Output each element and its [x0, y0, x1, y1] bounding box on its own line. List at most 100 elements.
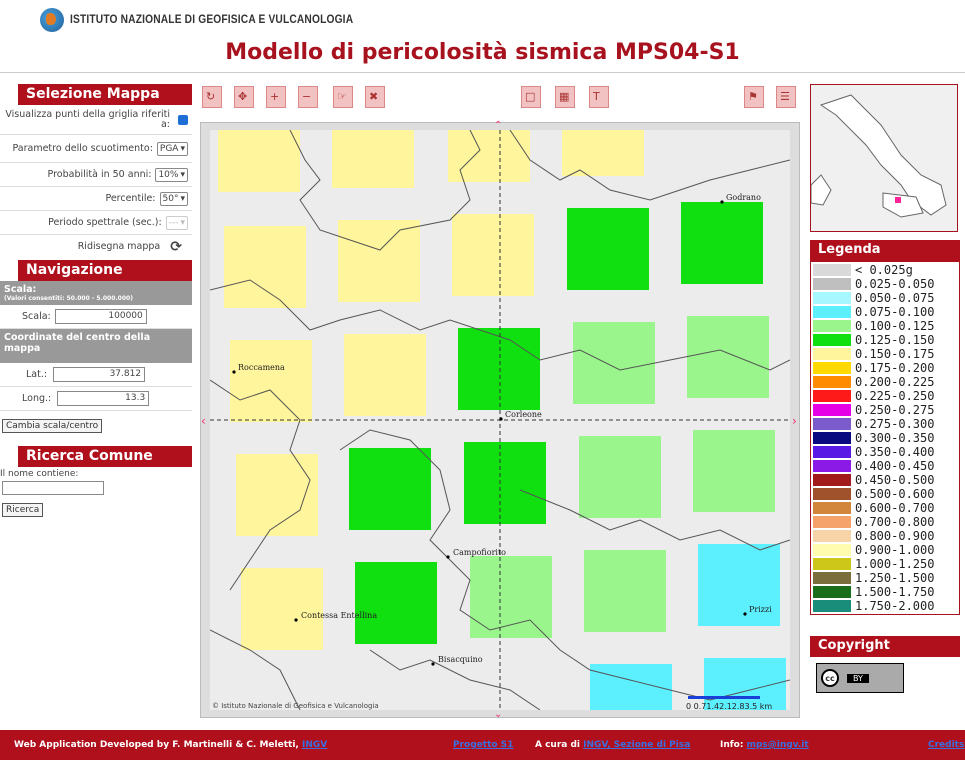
- legend-panel: Legenda < 0.025g 0.025-0.050 0.050-0.075 0.…: [810, 240, 960, 615]
- legend-swatch: [813, 446, 851, 458]
- pan-south-icon[interactable]: ⌄: [494, 709, 502, 720]
- footer-credits: Credits: [928, 740, 964, 750]
- prob-select[interactable]: 10% ▾: [155, 167, 188, 182]
- footer-pisa-link[interactable]: INGV, Sezione di Pisa: [583, 740, 690, 750]
- lat-input[interactable]: 37.812: [53, 367, 146, 382]
- legend-label: 0.025-0.050: [855, 277, 935, 291]
- scalebar-bar: [688, 696, 760, 699]
- map-canvas[interactable]: Godrano Roccamena Corleone Campofiorito …: [210, 130, 790, 710]
- footer-info-text: Info:: [720, 740, 744, 750]
- copyright-panel: Copyright cc BY: [810, 636, 960, 699]
- legend-swatch: [813, 544, 851, 556]
- footer-credits-link[interactable]: Credits: [928, 740, 964, 750]
- pan-west-icon[interactable]: ‹: [201, 414, 206, 428]
- legend-label: 0.800-0.900: [855, 529, 935, 543]
- legend-item: 0.125-0.150: [813, 333, 957, 347]
- place-contessa: Contessa Entellina: [301, 611, 377, 620]
- legend-swatch: [813, 460, 851, 472]
- search-button[interactable]: Ricerca: [2, 503, 44, 517]
- selection-panel: Selezione Mappa Visualizza punti della g…: [0, 84, 192, 255]
- points-checkbox[interactable]: [178, 114, 188, 125]
- legend-item: 1.250-1.500: [813, 571, 957, 585]
- period-value: ---: [168, 217, 179, 228]
- perc-label: Percentile:: [105, 192, 156, 204]
- search-input[interactable]: [2, 481, 104, 495]
- param-label: Parametro dello scuotimento:: [12, 142, 153, 154]
- table-icon[interactable]: T: [589, 86, 609, 108]
- legend-swatch: [813, 320, 851, 332]
- footer-info: Info: mps@ingv.it: [720, 740, 809, 750]
- legend-label: 0.350-0.400: [855, 445, 935, 459]
- lon-label: Long.:: [22, 393, 52, 404]
- legend-label: 1.250-1.500: [855, 571, 935, 585]
- legend-label: 0.075-0.100: [855, 305, 935, 319]
- pan-east-icon[interactable]: ›: [792, 414, 797, 428]
- legend-item: 0.175-0.200: [813, 361, 957, 375]
- legend-swatch: [813, 278, 851, 290]
- overview-map[interactable]: [810, 84, 958, 232]
- points-label: Visualizza punti della griglia riferiti …: [5, 108, 170, 130]
- clear-icon[interactable]: ✖: [365, 86, 385, 108]
- legend-swatch: [813, 390, 851, 402]
- zoom-in-icon[interactable]: +: [266, 86, 286, 108]
- legend-label: 0.100-0.125: [855, 319, 935, 333]
- period-select[interactable]: --- ▾: [165, 215, 188, 230]
- footer-dev-text: Web Application Developed by F. Martinel…: [14, 740, 299, 750]
- footer: Web Application Developed by F. Martinel…: [0, 730, 965, 760]
- reset-icon[interactable]: ↻: [202, 86, 222, 108]
- legend-swatch: [813, 292, 851, 304]
- footer-ingv-link[interactable]: INGV: [302, 740, 327, 750]
- scale-note: (Valori consentiti: 50.000 - 5.000.000): [4, 295, 133, 302]
- map-export-icon[interactable]: □: [521, 86, 541, 108]
- perc-select[interactable]: 50° ▾: [159, 191, 188, 206]
- period-row: Periodo spettrale (sec.): --- ▾: [0, 211, 192, 235]
- legend-swatch: [813, 502, 851, 514]
- legend-swatch: [813, 558, 851, 570]
- legend-swatch: [813, 418, 851, 430]
- lon-input[interactable]: 13.3: [57, 391, 150, 406]
- institution-name: ISTITUTO NAZIONALE DI GEOFISICA E VULCAN…: [70, 12, 354, 26]
- language-flag-icon[interactable]: ⚑: [744, 86, 764, 108]
- help-book-icon[interactable]: ☰: [776, 86, 796, 108]
- legend-label: 0.150-0.175: [855, 347, 935, 361]
- pan-icon[interactable]: ✥: [234, 86, 254, 108]
- period-label: Periodo spettrale (sec.):: [48, 216, 162, 228]
- legend-item: 0.150-0.175: [813, 347, 957, 361]
- legend-item: 0.350-0.400: [813, 445, 957, 459]
- legend-item: 0.250-0.275: [813, 403, 957, 417]
- legend-label: 1.750-2.000: [855, 599, 935, 613]
- legend-title: Legenda: [810, 240, 960, 261]
- legend-item: 0.450-0.500: [813, 473, 957, 487]
- legend-item: 0.275-0.300: [813, 417, 957, 431]
- legend-items: < 0.025g 0.025-0.050 0.050-0.075 0.075-0.10…: [810, 261, 960, 615]
- coord-header: Coordinate del centro della mappa: [0, 329, 192, 363]
- change-scale-button[interactable]: Cambia scala/centro: [2, 419, 103, 433]
- pan-north-icon[interactable]: ⌃: [494, 120, 502, 131]
- overview-marker: [895, 197, 901, 203]
- zoom-out-icon[interactable]: −: [298, 86, 318, 108]
- legend-label: 0.400-0.450: [855, 459, 935, 473]
- hazard-map-svg: Godrano Roccamena Corleone Campofiorito …: [210, 130, 790, 710]
- legend-item: 1.000-1.250: [813, 557, 957, 571]
- scale-input[interactable]: 100000: [54, 309, 147, 324]
- legend-swatch: [813, 348, 851, 360]
- lat-label: Lat.:: [26, 369, 48, 380]
- refresh-icon[interactable]: ⟳: [164, 239, 188, 255]
- footer-prog-link[interactable]: Progetto S1: [453, 740, 513, 750]
- navigation-panel: Navigazione Scala: (Valori consentiti: 50…: [0, 260, 192, 438]
- legend-swatch: [813, 362, 851, 374]
- legend-item: 0.700-0.800: [813, 515, 957, 529]
- param-select[interactable]: PGA ▾: [156, 141, 188, 156]
- legend-item: 1.500-1.750: [813, 585, 957, 599]
- footer-email-link[interactable]: mps@ingv.it: [747, 740, 809, 750]
- cc-badge[interactable]: cc BY: [816, 663, 904, 693]
- select-point-icon[interactable]: ☞: [333, 86, 353, 108]
- page-title: Modello di pericolosità sismica MPS04-S1: [225, 40, 740, 65]
- legend-item: 0.200-0.225: [813, 375, 957, 389]
- scale-label: Scala:: [22, 311, 51, 322]
- param-value: PGA: [159, 143, 179, 154]
- prob-value: 10%: [158, 169, 179, 180]
- chart-icon[interactable]: ▦: [555, 86, 575, 108]
- scale-head-text: Scala:: [4, 284, 37, 295]
- footer-cura: A cura di INGV, Sezione di Pisa: [535, 740, 690, 750]
